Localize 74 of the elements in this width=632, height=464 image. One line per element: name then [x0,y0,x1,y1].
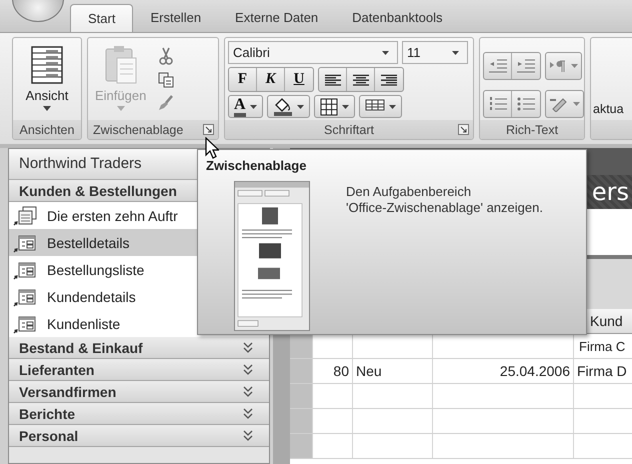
format-button[interactable]: K [257,68,285,91]
form-icon [13,232,37,252]
expand-icon [243,408,253,419]
align-icon [352,73,368,86]
expand-icon [243,364,253,375]
paint-bucket-icon [272,98,293,116]
form-icon [13,314,37,334]
caret-icon [342,104,349,108]
table-cell: Firma D [577,363,627,379]
ribbon-tab[interactable]: Datenbanktools [335,4,460,32]
nav-group-header[interactable]: Personal [9,425,269,447]
borders-button[interactable] [314,95,355,118]
align-icon [381,73,397,86]
split-form-icon [13,206,37,226]
tooltip-description: Den Aufgabenbereich 'Office-Zwischenablage' anzeigen. [346,184,543,216]
dialog-launcher-icon[interactable] [458,124,469,135]
align-icon [324,73,340,86]
ribbon-tab[interactable]: Start [70,4,134,32]
ribbon-tab[interactable]: Erstellen [133,4,218,32]
brush-icon[interactable] [158,95,174,112]
caret-icon [388,104,396,108]
paragraph-icon [549,59,567,73]
table-cell: 80 [333,363,349,379]
form-icon [13,260,37,280]
font-size-field[interactable]: 11 [402,41,468,64]
table-cell: Neu [356,363,382,379]
caret-icon [296,104,304,108]
mouse-pointer-icon [205,137,219,159]
caret-icon [571,64,578,68]
group-label-bar [591,120,632,139]
nav-group-header[interactable]: Versandfirmen [9,381,269,403]
datasheet-icon [28,45,65,85]
group-label: Ansichten [13,120,81,139]
group-label: Schriftart [324,122,374,136]
expand-icon [243,386,253,397]
form-icon [13,286,37,306]
nav-group-header[interactable]: Berichte [9,403,269,425]
font-name-field[interactable]: Calibri [228,41,398,64]
caret-icon [116,106,125,111]
bullet-list-icon [517,96,535,112]
table-cell: Firma C [579,338,626,354]
grid-icon [320,98,338,116]
indent-icon [517,59,535,73]
ribbon-button[interactable]: aktua [593,102,624,116]
group-label: Rich-Text [480,120,584,139]
clipboard-icon [102,45,139,85]
highlight-button[interactable] [545,90,584,118]
caret-icon [573,102,580,106]
table-cell: 25.04.2006 [500,363,570,379]
outdent-icon [488,59,506,73]
format-button[interactable]: F [229,68,257,91]
format-button[interactable]: U [285,68,313,91]
pen-icon [549,96,569,112]
gridlines-button[interactable] [358,95,402,118]
expand-icon [243,430,253,441]
nav-group-header[interactable]: Bestand & Einkauf [9,337,269,359]
form-title: ers [592,177,629,208]
fill-color-button[interactable] [266,95,310,118]
font-color-button[interactable]: A [228,95,263,118]
copy-icon[interactable] [158,72,174,88]
ribbon-tab[interactable]: Externe Daten [218,4,336,32]
row-selector[interactable] [290,334,313,358]
scissors-icon[interactable] [158,46,174,65]
numbered-list-icon [488,96,506,112]
caret-icon [382,50,389,54]
caret-icon [452,50,459,54]
nav-group-header[interactable]: Lieferanten [9,359,269,381]
dialog-launcher-icon[interactable] [203,124,214,135]
caret-icon [42,106,51,111]
view-button[interactable]: Ansicht [22,41,72,117]
expand-icon [243,342,253,353]
paragraph-button[interactable] [545,52,582,80]
group-label: Zwischenablage [93,122,184,136]
caret-icon [250,104,257,108]
